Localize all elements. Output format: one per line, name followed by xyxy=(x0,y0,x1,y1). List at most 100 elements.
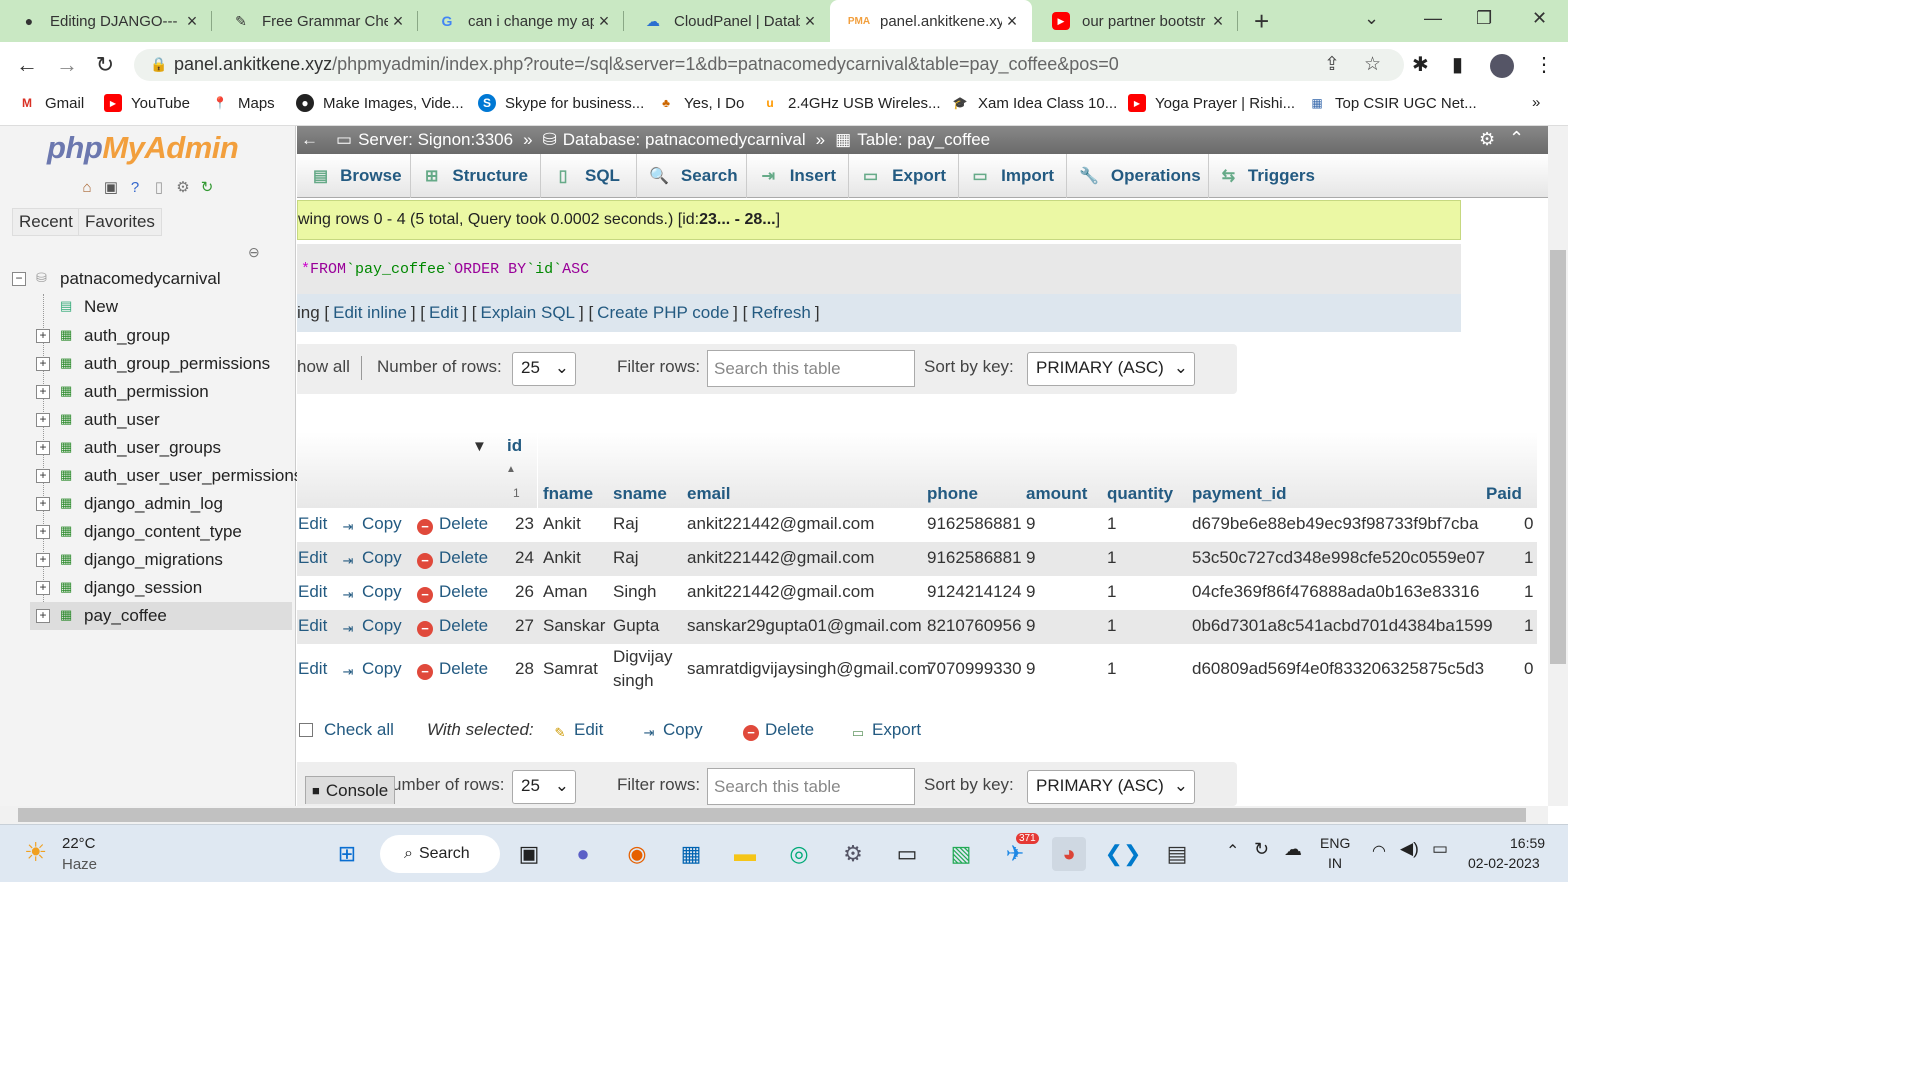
tab-search-icon[interactable]: ⌄ xyxy=(1364,8,1379,29)
menu-icon[interactable]: ⋮ xyxy=(1534,52,1554,77)
horizontal-scroll-thumb[interactable] xyxy=(18,808,1526,822)
tree-db[interactable]: − ⛁ patnacomedycarnival xyxy=(0,265,292,293)
close-icon[interactable]: × xyxy=(182,11,202,32)
bookmark-yes-i-do[interactable]: ♣ Yes, I Do xyxy=(657,94,744,112)
back-icon[interactable]: ← xyxy=(14,52,40,78)
bulk-copy-button[interactable]: ⇥ Copy xyxy=(641,720,703,741)
bookmark-youtube[interactable]: ▶ YouTube xyxy=(104,94,190,112)
edit-inline-link[interactable]: Edit inline xyxy=(333,303,407,323)
bookmark-maps[interactable]: 📍 Maps xyxy=(211,94,275,112)
tree-table-selected[interactable]: + ▦ pay_coffee xyxy=(30,602,292,630)
profile-avatar[interactable] xyxy=(1490,54,1514,78)
settings-icon[interactable]: ⚙ xyxy=(1479,129,1495,150)
favorites-button[interactable]: Favorites xyxy=(78,208,162,236)
tree-new[interactable]: ▤ New xyxy=(0,293,292,321)
expand-icon[interactable]: + xyxy=(36,385,50,399)
browser-tab[interactable]: G can i change my ap × xyxy=(418,0,624,42)
extensions-icon[interactable]: ✱ xyxy=(1412,52,1429,77)
tree-table[interactable]: + ▦ auth_group_permissions xyxy=(0,350,292,378)
tab-search[interactable]: 🔍 Search xyxy=(637,154,747,198)
start-icon[interactable]: ⊞ xyxy=(330,837,364,871)
browser-tab[interactable]: ✎ Free Grammar Chec × xyxy=(212,0,418,42)
filter-rows-input[interactable]: Search this table xyxy=(707,768,915,805)
forward-icon[interactable]: → xyxy=(54,52,80,78)
new-tab-button[interactable]: + xyxy=(1254,6,1269,37)
expand-icon[interactable]: + xyxy=(36,525,50,539)
tree-table[interactable]: + ▦ django_content_type xyxy=(0,518,292,546)
edit-link[interactable]: Edit xyxy=(298,548,327,568)
expand-icon[interactable]: + xyxy=(36,609,50,623)
column-header-payment-id[interactable]: payment_id xyxy=(1192,484,1286,504)
firefox-icon[interactable]: ◉ xyxy=(620,837,654,871)
recent-button[interactable]: Recent xyxy=(12,208,80,236)
browser-tab[interactable]: ▶ our partner bootstr × xyxy=(1032,0,1238,42)
column-header-sname[interactable]: sname xyxy=(613,484,667,504)
column-header-amount[interactable]: amount xyxy=(1026,484,1087,504)
check-all-checkbox[interactable] xyxy=(299,723,313,737)
sync-icon[interactable]: ↻ xyxy=(1254,839,1269,860)
wifi-icon[interactable]: ◠ xyxy=(1372,841,1386,861)
column-header-fname[interactable]: fname xyxy=(543,484,593,504)
copy-link[interactable]: ⇥ Copy xyxy=(340,548,402,569)
mysql-icon[interactable]: ▤ xyxy=(1160,837,1194,871)
delete-link[interactable]: − Delete xyxy=(417,616,488,637)
expand-icon[interactable]: + xyxy=(36,357,50,371)
expand-icon[interactable]: + xyxy=(36,329,50,343)
edit-link[interactable]: Edit xyxy=(298,514,327,534)
tab-sql[interactable]: ▯ SQL xyxy=(541,154,637,198)
copy-link[interactable]: ⇥ Copy xyxy=(340,514,402,535)
collapse-icon[interactable]: ⌃ xyxy=(1509,128,1524,149)
collapse-nav-icon[interactable]: ← xyxy=(301,130,318,150)
phpmyadmin-logo[interactable]: phpMyAdmin xyxy=(47,130,239,166)
close-icon[interactable]: × xyxy=(800,11,820,32)
expand-icon[interactable]: + xyxy=(36,469,50,483)
column-header-paid[interactable]: Paid xyxy=(1486,484,1522,504)
expand-icon[interactable]: + xyxy=(36,553,50,567)
browser-tab[interactable]: ☁ CloudPanel | Datab × xyxy=(624,0,830,42)
copy-link[interactable]: ⇥ Copy xyxy=(340,616,402,637)
cloud-icon[interactable]: ☁ xyxy=(1284,839,1302,860)
settings-icon[interactable]: ⚙ xyxy=(174,178,192,196)
share-icon[interactable]: ⇪ xyxy=(1324,53,1340,76)
volume-icon[interactable]: ◀) xyxy=(1400,839,1419,859)
console-button[interactable]: ■ Console xyxy=(305,776,396,804)
tree-table[interactable]: + ▦ auth_group xyxy=(0,322,292,350)
bookmark-xam-idea[interactable]: 🎓 Xam Idea Class 10... xyxy=(951,94,1118,112)
edit-link[interactable]: Edit xyxy=(298,582,327,602)
create-php-link[interactable]: Create PHP code xyxy=(597,303,729,323)
column-header-email[interactable]: email xyxy=(687,484,730,504)
file-explorer-icon[interactable]: ▬ xyxy=(728,837,762,871)
show-all-checkbox[interactable]: how all xyxy=(297,357,350,377)
tree-table[interactable]: + ▦ auth_user_groups xyxy=(0,434,292,462)
link-icon[interactable]: ⊖ xyxy=(248,244,260,261)
close-icon[interactable]: × xyxy=(1002,11,1022,32)
tab-triggers[interactable]: ⇆ Triggers xyxy=(1209,154,1327,198)
sort-key-select[interactable]: PRIMARY (ASC) ⌄ xyxy=(1027,352,1195,386)
refresh-link[interactable]: Refresh xyxy=(751,303,811,323)
app-icon[interactable]: ▧ xyxy=(944,837,978,871)
delete-link[interactable]: − Delete xyxy=(417,548,488,569)
home-icon[interactable]: ⌂ xyxy=(78,178,96,196)
address-bar[interactable]: 🔒 panel.ankitkene.xyz/phpmyadmin/index.p… xyxy=(134,49,1404,81)
tab-import[interactable]: ▭ Import xyxy=(959,154,1067,198)
chat-icon[interactable]: ● xyxy=(566,837,600,871)
store-icon[interactable]: ▦ xyxy=(674,837,708,871)
breadcrumb-database[interactable]: ⛁ Database: patnacomedycarnival xyxy=(543,130,806,150)
column-header-phone[interactable]: phone xyxy=(927,484,978,504)
tree-table[interactable]: + ▦ auth_user xyxy=(0,406,292,434)
tab-browse[interactable]: ▤ Browse xyxy=(297,154,411,198)
tab-operations[interactable]: 🔧 Operations xyxy=(1067,154,1209,198)
task-view-icon[interactable]: ▣ xyxy=(512,837,546,871)
tree-table[interactable]: + ▦ auth_user_user_permissions xyxy=(0,462,302,490)
chrome-icon[interactable]: ◕ xyxy=(1052,837,1086,871)
telegram-icon[interactable]: ✈ 371 xyxy=(998,833,1039,871)
delete-link[interactable]: − Delete xyxy=(417,582,488,603)
bookmark-csir[interactable]: ▦ Top CSIR UGC Net... xyxy=(1308,94,1476,112)
docs-icon[interactable]: ▯ xyxy=(150,178,168,196)
edit-sql-link[interactable]: Edit xyxy=(429,303,458,323)
delete-link[interactable]: − Delete xyxy=(417,659,488,680)
more-bookmarks-icon[interactable]: » xyxy=(1532,94,1540,111)
rows-select[interactable]: 25 ⌄ xyxy=(512,770,576,804)
tab-structure[interactable]: ⊞ Structure xyxy=(411,154,541,198)
column-header-id[interactable]: id xyxy=(507,436,522,456)
